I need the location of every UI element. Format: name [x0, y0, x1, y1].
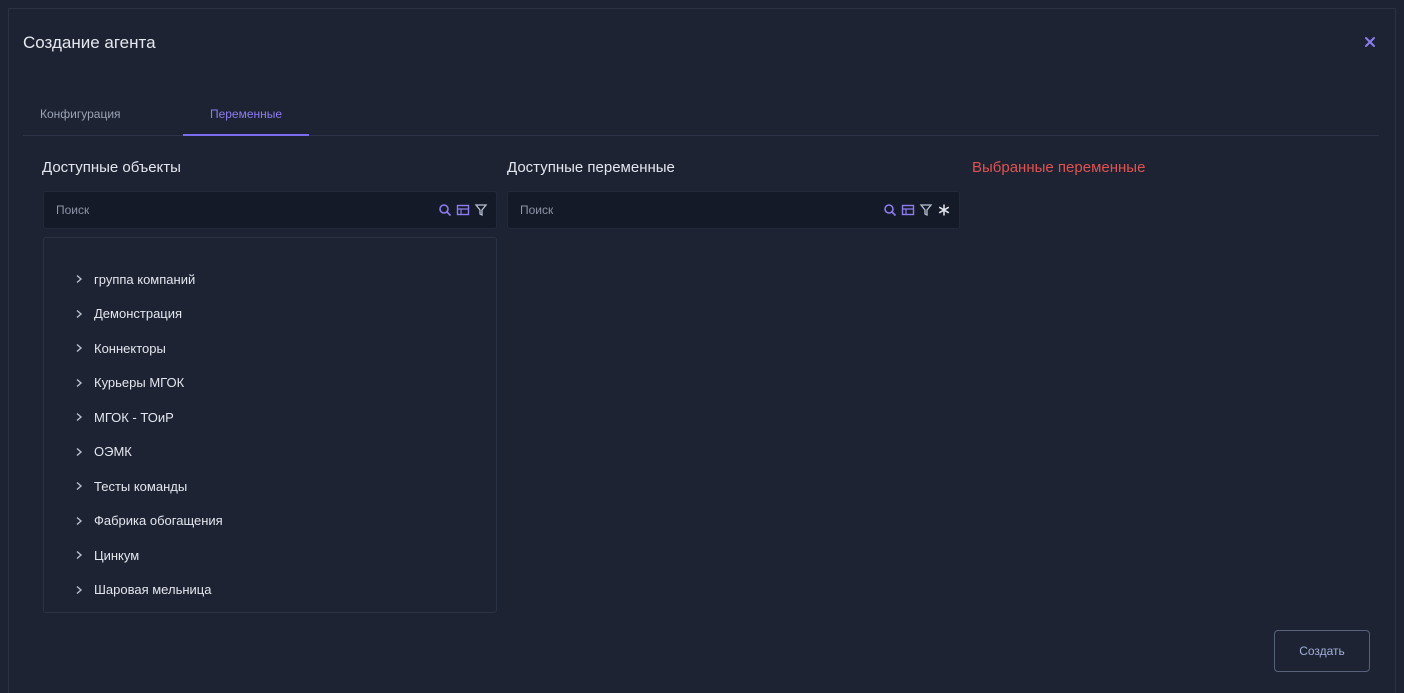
objects-search-box	[43, 191, 497, 229]
selected-variables-heading: Выбранные переменные	[972, 159, 1146, 176]
chevron-right-icon[interactable]	[74, 447, 84, 457]
tree-item[interactable]: Цинкум	[74, 538, 223, 573]
tree-item[interactable]: группа компаний	[74, 262, 223, 297]
dialog-title: Создание агента	[23, 33, 156, 52]
chevron-right-icon[interactable]	[74, 274, 84, 284]
tree-item-label: МГОК - ТОиР	[94, 409, 174, 425]
chevron-right-icon[interactable]	[74, 585, 84, 595]
chevron-right-icon[interactable]	[74, 412, 84, 422]
tree-item-label: Коннекторы	[94, 340, 166, 356]
tree-item-label: Курьеры МГОК	[94, 375, 185, 391]
objects-search-input[interactable]	[44, 192, 418, 228]
filter-icon[interactable]	[474, 203, 488, 217]
chevron-right-icon[interactable]	[74, 550, 84, 560]
tree-item-label: Демонстрация	[94, 306, 183, 322]
tree-item[interactable]: Коннекторы	[74, 331, 223, 366]
asterisk-icon[interactable]	[937, 203, 951, 217]
tab-configuration[interactable]: Конфигурация	[40, 93, 121, 135]
table-icon[interactable]	[456, 203, 470, 217]
chevron-right-icon[interactable]	[74, 516, 84, 526]
tree-item-label: Тесты команды	[94, 478, 188, 494]
objects-search-tools	[438, 202, 488, 218]
variables-search-tools	[883, 202, 951, 218]
create-button[interactable]: Создать	[1274, 630, 1370, 672]
objects-tree: группа компаний Демонстрация Коннекторы …	[43, 237, 497, 613]
tree-item-label: Цинкум	[94, 547, 140, 563]
create-agent-dialog: Создание агента Конфигурация Переменные …	[8, 8, 1396, 693]
search-icon[interactable]	[438, 203, 452, 217]
chevron-right-icon[interactable]	[74, 378, 84, 388]
tab-bar: Конфигурация Переменные	[23, 93, 1379, 136]
table-icon[interactable]	[901, 203, 915, 217]
tab-variables[interactable]: Переменные	[183, 93, 309, 136]
variables-search-box	[507, 191, 960, 229]
chevron-right-icon[interactable]	[74, 343, 84, 353]
variables-search-input[interactable]	[508, 192, 882, 228]
tree-item-label: Фабрика обогащения	[94, 513, 223, 529]
tree-item[interactable]: Шаровая мельница	[74, 573, 223, 608]
available-objects-heading: Доступные объекты	[42, 159, 181, 176]
close-icon[interactable]	[1363, 35, 1377, 49]
tree-item[interactable]: МГОК - ТОиР	[74, 400, 223, 435]
tree-item-label: Шаровая мельница	[94, 582, 212, 598]
available-variables-heading: Доступные переменные	[507, 159, 675, 176]
search-icon[interactable]	[883, 203, 897, 217]
chevron-right-icon[interactable]	[74, 481, 84, 491]
tree-item[interactable]: Фабрика обогащения	[74, 504, 223, 539]
filter-icon[interactable]	[919, 203, 933, 217]
tree-item[interactable]: Демонстрация	[74, 297, 223, 332]
tree-item[interactable]: ОЭМК	[74, 435, 223, 470]
tree-item[interactable]: Тесты команды	[74, 469, 223, 504]
tree-item-label: ОЭМК	[94, 444, 132, 460]
chevron-right-icon[interactable]	[74, 309, 84, 319]
tree-item[interactable]: Курьеры МГОК	[74, 366, 223, 401]
tree-item-label: группа компаний	[94, 271, 196, 287]
